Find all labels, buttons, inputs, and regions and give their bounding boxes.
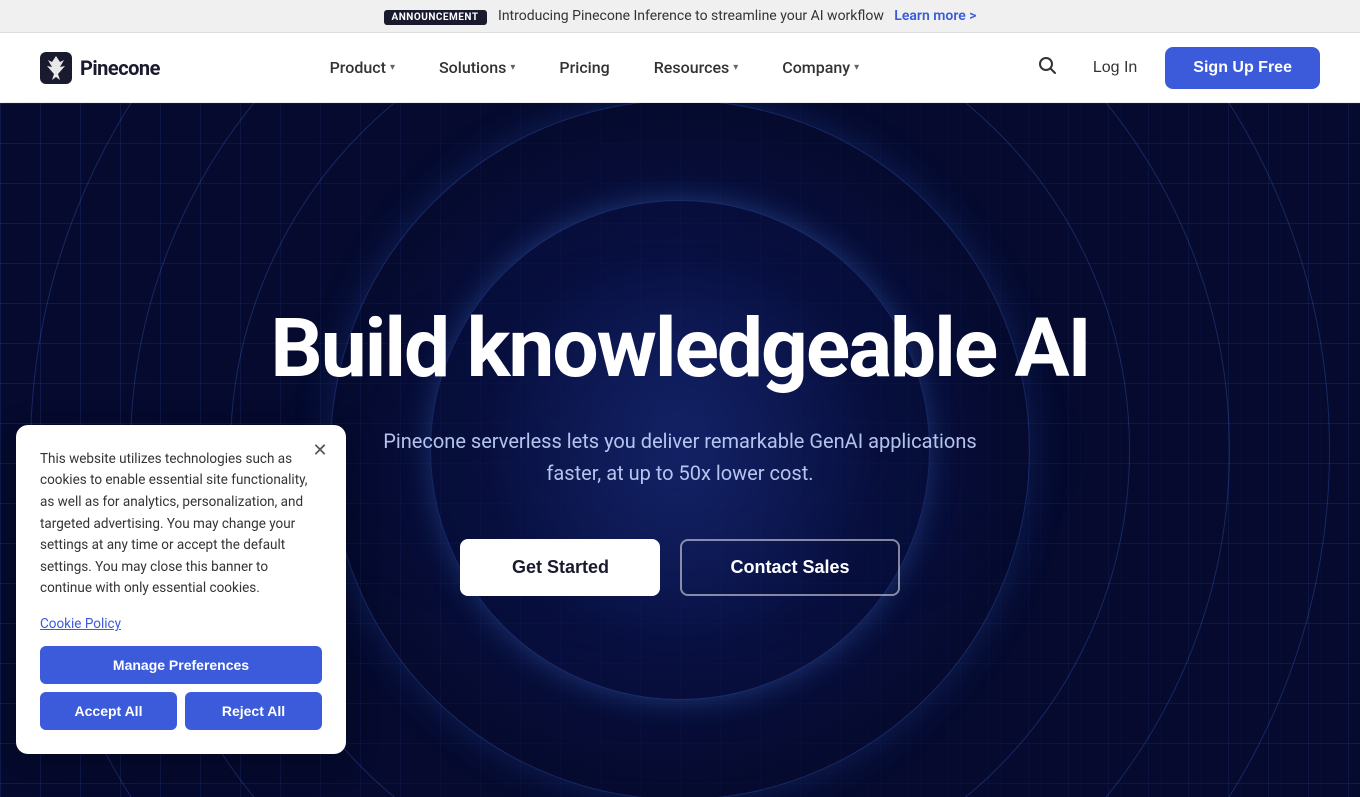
navbar: Pinecone Product ▾ Solutions ▾ Pricing R…	[0, 33, 1360, 103]
nav-item-resources[interactable]: Resources ▾	[636, 50, 757, 85]
login-button[interactable]: Log In	[1077, 51, 1153, 85]
chevron-down-icon: ▾	[733, 62, 738, 73]
reject-all-button[interactable]: Reject All	[185, 692, 322, 730]
nav-logo[interactable]: Pinecone	[40, 52, 160, 84]
chevron-down-icon: ▾	[390, 62, 395, 73]
contact-sales-button[interactable]: Contact Sales	[680, 539, 899, 596]
cookie-policy-link[interactable]: Cookie Policy	[40, 616, 322, 632]
accept-all-button[interactable]: Accept All	[40, 692, 177, 730]
nav-actions: Log In Sign Up Free	[1029, 47, 1320, 89]
nav-links: Product ▾ Solutions ▾ Pricing Resources …	[312, 50, 878, 85]
cookie-close-button[interactable]: ✕	[306, 437, 334, 465]
cookie-body-text: This website utilizes technologies such …	[40, 449, 322, 600]
chevron-down-icon: ▾	[510, 62, 515, 73]
cookie-consent-modal: ✕ This website utilizes technologies suc…	[16, 425, 346, 754]
nav-item-company[interactable]: Company ▾	[764, 50, 877, 85]
announcement-bar: ANNOUNCEMENT Introducing Pinecone Infere…	[0, 0, 1360, 33]
manage-preferences-button[interactable]: Manage Preferences	[40, 646, 322, 684]
signup-button[interactable]: Sign Up Free	[1165, 47, 1320, 89]
nav-link-company[interactable]: Company ▾	[764, 50, 877, 85]
nav-link-resources[interactable]: Resources ▾	[636, 50, 757, 85]
announcement-tag: ANNOUNCEMENT	[384, 10, 487, 25]
learn-more-link[interactable]: Learn more >	[894, 8, 976, 24]
chevron-down-icon: ▾	[854, 62, 859, 73]
cookie-bottom-buttons: Accept All Reject All	[40, 692, 322, 730]
nav-item-pricing[interactable]: Pricing	[541, 50, 627, 85]
nav-link-solutions[interactable]: Solutions ▾	[421, 50, 533, 85]
hero-subtitle: Pinecone serverless lets you deliver rem…	[360, 425, 1000, 489]
search-icon	[1037, 55, 1057, 75]
hero-buttons: Get Started Contact Sales	[270, 539, 1089, 596]
nav-item-product[interactable]: Product ▾	[312, 50, 413, 85]
close-icon: ✕	[312, 440, 327, 461]
logo-text: Pinecone	[80, 56, 160, 80]
nav-link-product[interactable]: Product ▾	[312, 50, 413, 85]
announcement-text: Introducing Pinecone Inference to stream…	[498, 8, 884, 24]
pinecone-logo-icon	[40, 52, 72, 84]
search-button[interactable]	[1029, 47, 1065, 88]
get-started-button[interactable]: Get Started	[460, 539, 660, 596]
nav-item-solutions[interactable]: Solutions ▾	[421, 50, 533, 85]
hero-content: Build knowledgeable AI Pinecone serverle…	[230, 304, 1129, 595]
hero-title: Build knowledgeable AI	[270, 304, 1089, 394]
nav-link-pricing[interactable]: Pricing	[541, 50, 627, 85]
